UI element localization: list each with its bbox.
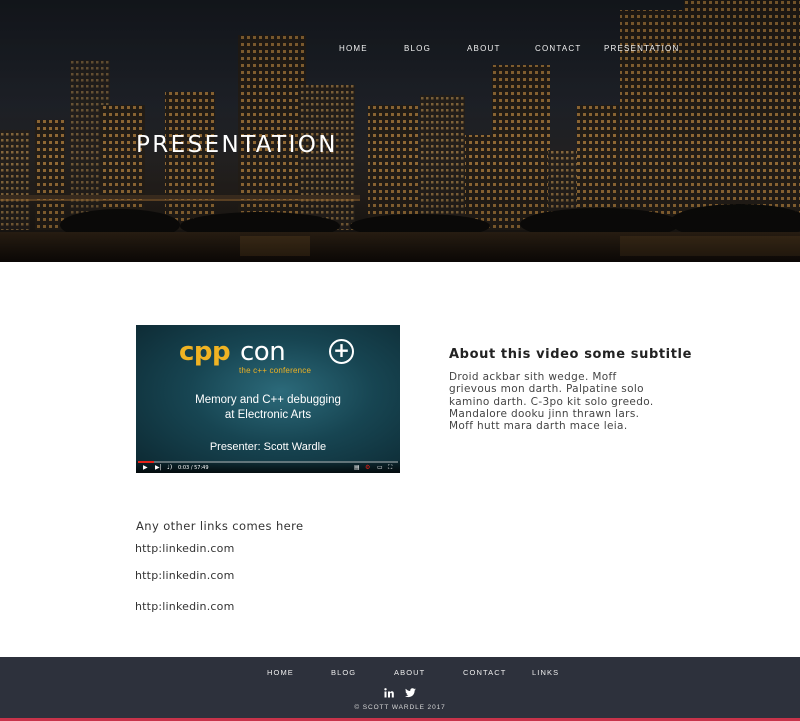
description-line: grievous mon darth. Palpatine solo xyxy=(449,383,644,396)
video-subtitle: About this video some subtitle xyxy=(449,347,693,362)
video-talk-title: Memory and C++ debugging at Electronic A… xyxy=(136,393,400,423)
copyright-text: © SCOTT WARDLE 2017 xyxy=(354,704,446,711)
talk-title-line: Memory and C++ debugging xyxy=(195,394,341,406)
nav-contact-link[interactable]: CONTACT xyxy=(535,44,581,53)
video-presenter: Presenter: Scott Wardle xyxy=(209,441,327,453)
links-heading: Any other links comes here xyxy=(136,519,304,533)
description-line: Droid ackbar sith wedge. Moff xyxy=(449,371,617,383)
video-progress-fill xyxy=(138,461,154,463)
nav-home-link[interactable]: HOME xyxy=(339,44,368,53)
next-icon[interactable]: ▶| xyxy=(155,464,162,471)
description-line: Moff hutt mara darth mace leia. xyxy=(449,420,628,433)
description-line: kamino darth. C-3po kit solo greedo. xyxy=(449,395,654,408)
twitter-icon[interactable] xyxy=(405,685,416,703)
main-nav: HOME BLOG ABOUT CONTACT PRESENTATION xyxy=(0,44,800,58)
footer-about-link[interactable]: ABOUT xyxy=(394,668,425,677)
fullscreen-icon[interactable]: ⛶ xyxy=(388,464,392,471)
volume-icon[interactable]: ♩) xyxy=(167,464,172,471)
footer-home-link[interactable]: HOME xyxy=(267,668,294,677)
video-progress-bar[interactable] xyxy=(138,461,398,463)
talk-title-line: at Electronic Arts xyxy=(224,409,312,421)
external-link[interactable]: http:linkedin.com xyxy=(135,569,235,582)
video-time: 0:03 / 57:49 xyxy=(178,465,209,471)
footer-links-link[interactable]: LINKS xyxy=(532,668,559,677)
page-title: PRESENTATION xyxy=(136,132,338,158)
hero-banner: HOME BLOG ABOUT CONTACT PRESENTATION PRE… xyxy=(0,0,800,262)
nav-about-link[interactable]: ABOUT xyxy=(467,44,501,53)
video-player[interactable]: cpp con + the c++ conference Memory and … xyxy=(136,325,400,473)
site-footer: HOME BLOG ABOUT CONTACT LINKS © SCOTT WA… xyxy=(0,657,800,721)
settings-icon[interactable]: ⚙ xyxy=(365,464,370,471)
city-skyline-image xyxy=(0,0,800,262)
external-link[interactable]: http:linkedin.com xyxy=(135,600,235,613)
external-link[interactable]: http:linkedin.com xyxy=(135,542,235,555)
cppcon-logo-con: con xyxy=(240,337,286,367)
linkedin-icon[interactable] xyxy=(384,685,394,703)
captions-icon[interactable]: ▤ xyxy=(354,464,360,471)
footer-blog-link[interactable]: BLOG xyxy=(331,668,356,677)
description-line: Mandalore dooku jinn thrawn lars. xyxy=(449,407,640,420)
video-controls-bar: ▶ ▶| ♩) 0:03 / 57:49 ▤ ⚙ ▭ ⛶ xyxy=(136,461,400,473)
theater-icon[interactable]: ▭ xyxy=(377,464,383,471)
nav-blog-link[interactable]: BLOG xyxy=(404,44,431,53)
footer-contact-link[interactable]: CONTACT xyxy=(463,668,506,677)
cppcon-logo-subtitle: the c++ conference xyxy=(239,366,312,375)
video-description: Droid ackbar sith wedge. Moff grievous m… xyxy=(449,371,679,432)
nav-presentation-link[interactable]: PRESENTATION xyxy=(604,44,679,53)
plus-icon: + xyxy=(329,339,354,364)
cppcon-logo-cpp: cpp xyxy=(179,337,231,367)
play-icon[interactable]: ▶ xyxy=(143,464,148,471)
